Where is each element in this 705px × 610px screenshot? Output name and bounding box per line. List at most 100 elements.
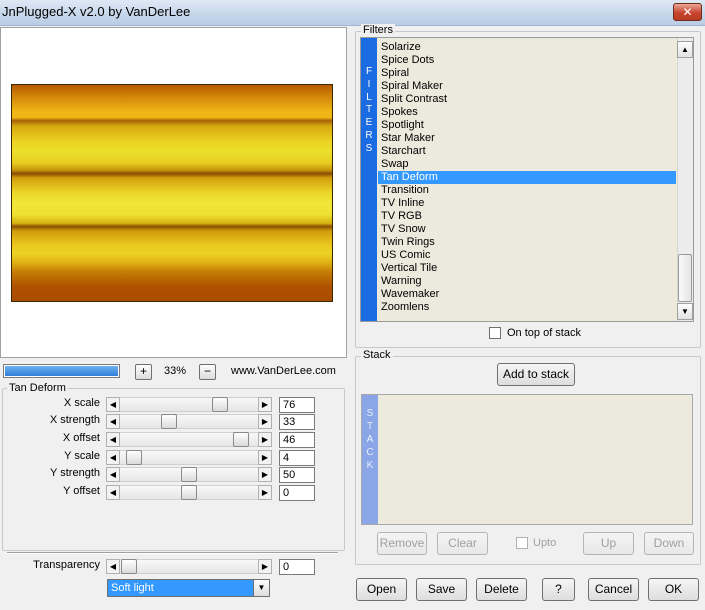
arrow-right-icon: ▶ — [261, 562, 269, 571]
filter-list-item[interactable]: Spiral Maker — [378, 80, 676, 93]
x-scale-increase-button[interactable]: ▶ — [258, 397, 272, 412]
y-strength-decrease-button[interactable]: ◀ — [106, 467, 120, 482]
y-offset-decrease-button[interactable]: ◀ — [106, 485, 120, 500]
y-scale-decrease-button[interactable]: ◀ — [106, 450, 120, 465]
down-button[interactable]: Down — [644, 532, 694, 555]
filter-list-item[interactable]: Swap — [378, 158, 676, 171]
y-scale-slider-thumb[interactable] — [126, 450, 142, 465]
scroll-up-button[interactable]: ▲ — [677, 41, 693, 58]
filter-list-item[interactable]: Star Maker — [378, 132, 676, 145]
window-title: JnPlugged-X v2.0 by VanDerLee — [2, 4, 191, 19]
filter-list-item[interactable]: TV RGB — [378, 210, 676, 223]
filters-banner-letter: R — [365, 130, 373, 141]
x-scale-slider[interactable] — [106, 397, 272, 412]
transparency-value-field[interactable]: 0 — [279, 559, 315, 575]
x-scale-slider-thumb[interactable] — [212, 397, 228, 412]
y-scale-label: Y scale — [64, 450, 100, 462]
filter-list-item[interactable]: Warning — [378, 275, 676, 288]
transparency-label: Transparency — [33, 559, 100, 571]
blend-mode-select[interactable]: Soft light ▼ — [107, 579, 270, 597]
delete-button[interactable]: Delete — [476, 578, 527, 601]
filter-list-item[interactable]: Spotlight — [378, 119, 676, 132]
on-top-checkbox[interactable] — [489, 327, 501, 339]
filter-list-item[interactable]: Solarize — [378, 41, 676, 54]
cancel-button[interactable]: Cancel — [588, 578, 639, 601]
filters-banner-letter: E — [365, 117, 373, 129]
x-strength-slider[interactable] — [106, 414, 272, 429]
filter-list-item[interactable]: Transition — [378, 184, 676, 197]
filter-list-item[interactable]: Starchart — [378, 145, 676, 158]
x-offset-increase-button[interactable]: ▶ — [258, 432, 272, 447]
transparency-increase-button[interactable]: ▶ — [258, 559, 272, 574]
arrow-left-icon: ◀ — [109, 400, 117, 409]
filters-banner-letter: F — [365, 66, 373, 77]
filter-list-item[interactable]: Tan Deform — [378, 171, 676, 184]
x-offset-slider-thumb[interactable] — [233, 432, 249, 447]
up-button[interactable]: Up — [583, 532, 634, 555]
filters-banner-letter: T — [365, 104, 373, 116]
filters-banner-letter: I — [367, 78, 371, 90]
x-strength-decrease-button[interactable]: ◀ — [106, 414, 120, 429]
remove-button[interactable]: Remove — [377, 532, 427, 555]
scroll-thumb[interactable] — [678, 254, 692, 302]
arrow-left-icon: ◀ — [109, 488, 117, 497]
save-button[interactable]: Save — [416, 578, 467, 601]
filter-list-item[interactable]: US Comic — [378, 249, 676, 262]
x-strength-slider-thumb[interactable] — [161, 414, 177, 429]
website-link[interactable]: www.VanDerLee.com — [231, 365, 336, 377]
filters-side-banner: FILTERS — [361, 38, 377, 321]
progress-fill — [5, 366, 118, 376]
help-button[interactable]: ? — [542, 578, 575, 601]
upto-checkbox[interactable] — [516, 537, 528, 549]
x-offset-decrease-button[interactable]: ◀ — [106, 432, 120, 447]
y-strength-increase-button[interactable]: ▶ — [258, 467, 272, 482]
zoom-in-button[interactable]: + — [135, 364, 152, 380]
y-scale-value-field[interactable]: 4 — [279, 450, 315, 466]
ok-button[interactable]: OK — [648, 578, 699, 601]
y-offset-slider-thumb[interactable] — [181, 485, 197, 500]
zoom-level: 33% — [163, 365, 187, 377]
preview-image — [11, 84, 333, 302]
stack-listbox[interactable] — [361, 394, 693, 525]
close-button[interactable]: ✕ — [673, 3, 702, 21]
arrow-right-icon: ▶ — [261, 435, 269, 444]
filter-list-item[interactable]: Spice Dots — [378, 54, 676, 67]
arrow-right-icon: ▶ — [261, 488, 269, 497]
filter-list-item[interactable]: Zoomlens — [378, 301, 676, 314]
x-strength-increase-button[interactable]: ▶ — [258, 414, 272, 429]
transparency-decrease-button[interactable]: ◀ — [106, 559, 120, 574]
stack-banner-letter: A — [366, 434, 374, 445]
filters-banner-letter: S — [365, 142, 373, 154]
y-offset-value-field[interactable]: 0 — [279, 485, 315, 501]
y-scale-increase-button[interactable]: ▶ — [258, 450, 272, 465]
filter-list-item[interactable]: Spokes — [378, 106, 676, 119]
y-strength-value-field[interactable]: 50 — [279, 467, 315, 483]
y-strength-label: Y strength — [50, 467, 100, 479]
filter-list-item[interactable]: Wavemaker — [378, 288, 676, 301]
y-offset-increase-button[interactable]: ▶ — [258, 485, 272, 500]
arrow-left-icon: ◀ — [109, 435, 117, 444]
scroll-down-button[interactable]: ▼ — [677, 303, 693, 320]
open-button[interactable]: Open — [356, 578, 407, 601]
x-scale-value-field[interactable]: 76 — [279, 397, 315, 413]
y-strength-slider-thumb[interactable] — [181, 467, 197, 482]
filter-list-item[interactable]: Twin Rings — [378, 236, 676, 249]
x-scale-decrease-button[interactable]: ◀ — [106, 397, 120, 412]
stack-banner-letter: T — [366, 421, 374, 432]
transparency-slider-thumb[interactable] — [121, 559, 137, 574]
stack-banner-letter: S — [366, 408, 374, 419]
x-offset-value-field[interactable]: 46 — [279, 432, 315, 448]
filter-list-item[interactable]: TV Inline — [378, 197, 676, 210]
filter-list-item[interactable]: Split Contrast — [378, 93, 676, 106]
x-strength-value-field[interactable]: 33 — [279, 414, 315, 430]
chevron-down-icon: ▼ — [681, 307, 689, 316]
arrow-right-icon: ▶ — [261, 400, 269, 409]
zoom-out-button[interactable]: − — [199, 364, 216, 380]
filter-list-item[interactable]: TV Snow — [378, 223, 676, 236]
filter-list-item[interactable]: Vertical Tile — [378, 262, 676, 275]
clear-button[interactable]: Clear — [437, 532, 488, 555]
filter-list-item[interactable]: Spiral — [378, 67, 676, 80]
add-to-stack-button[interactable]: Add to stack — [497, 363, 575, 386]
y-offset-label: Y offset — [63, 485, 100, 497]
arrow-right-icon: ▶ — [261, 453, 269, 462]
